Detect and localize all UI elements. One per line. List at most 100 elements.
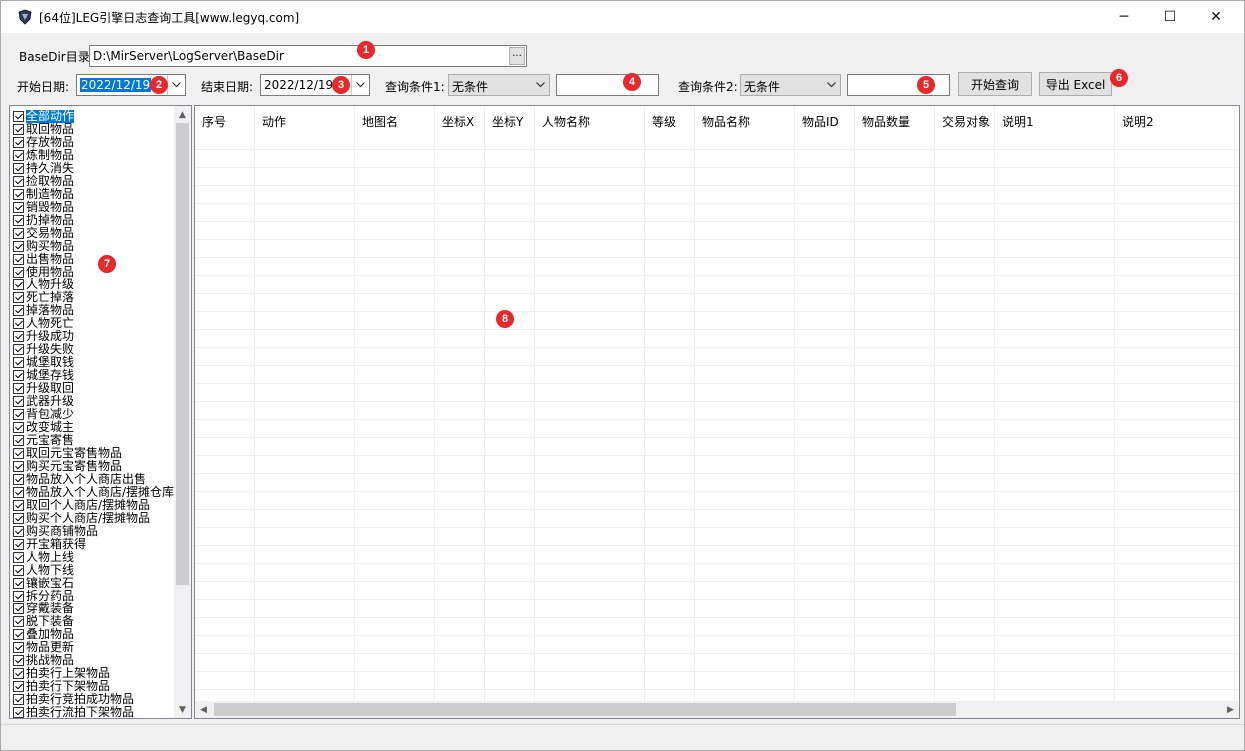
scroll-down-icon[interactable]: ▼: [174, 701, 191, 718]
export-excel-button[interactable]: 导出 Excel: [1039, 72, 1112, 96]
chevron-down-icon[interactable]: [531, 75, 549, 95]
action-checkbox-item[interactable]: 人物下线: [13, 563, 74, 577]
condition1-input[interactable]: [556, 74, 659, 96]
action-checkbox-item[interactable]: 物品放入个人商店/摆摊仓库: [13, 485, 174, 499]
action-checkbox-item[interactable]: 出售物品: [13, 252, 74, 266]
action-checkbox-item[interactable]: 购买元宝寄售物品: [13, 459, 122, 473]
checkbox-checked-icon[interactable]: [13, 214, 24, 226]
chevron-down-icon[interactable]: [822, 75, 840, 95]
checkbox-checked-icon[interactable]: [13, 162, 24, 174]
checkbox-checked-icon[interactable]: [13, 538, 24, 550]
action-checkbox-item[interactable]: 取回元宝寄售物品: [13, 446, 122, 460]
grid-horizontal-scrollbar[interactable]: ◀ ▶: [195, 701, 1239, 718]
action-checkbox-item[interactable]: 炼制物品: [13, 148, 74, 162]
scroll-up-icon[interactable]: ▲: [174, 106, 191, 123]
action-checkbox-item[interactable]: 捡取物品: [13, 174, 74, 188]
checkbox-checked-icon[interactable]: [13, 396, 24, 408]
checkbox-checked-icon[interactable]: [13, 499, 24, 511]
checkbox-checked-icon[interactable]: [13, 551, 24, 563]
column-header[interactable]: 等级: [645, 106, 695, 134]
column-header[interactable]: 物品ID: [795, 106, 855, 134]
checkbox-checked-icon[interactable]: [13, 473, 24, 485]
checkbox-checked-icon[interactable]: [13, 175, 24, 187]
action-checkbox-item[interactable]: 物品放入个人商店出售: [13, 472, 146, 486]
checkbox-checked-icon[interactable]: [13, 525, 24, 537]
action-checkbox-item[interactable]: 扔掉物品: [13, 213, 74, 227]
checkbox-checked-icon[interactable]: [13, 149, 24, 161]
checkbox-checked-icon[interactable]: [13, 629, 24, 641]
checkbox-checked-icon[interactable]: [13, 409, 24, 421]
start-date-picker[interactable]: 2022/12/19: [76, 74, 186, 96]
column-header[interactable]: 说明2: [1115, 106, 1235, 134]
action-checkbox-item[interactable]: 开宝箱获得: [13, 537, 86, 551]
action-checkbox-item[interactable]: 人物上线: [13, 550, 74, 564]
checkbox-checked-icon[interactable]: [13, 694, 24, 706]
scroll-thumb[interactable]: [176, 123, 189, 585]
checkbox-checked-icon[interactable]: [13, 136, 24, 148]
column-header[interactable]: 物品名称: [695, 106, 795, 134]
checkbox-checked-icon[interactable]: [13, 227, 24, 239]
checkbox-checked-icon[interactable]: [13, 318, 24, 330]
maximize-button[interactable]: ☐: [1147, 1, 1193, 33]
checkbox-checked-icon[interactable]: [13, 383, 24, 395]
action-checkbox-item[interactable]: 存放物品: [13, 135, 74, 149]
checkbox-checked-icon[interactable]: [13, 123, 24, 135]
action-checkbox-item[interactable]: 购买个人商店/摆摊物品: [13, 511, 150, 525]
scroll-left-icon[interactable]: ◀: [195, 701, 212, 718]
condition2-select[interactable]: 无条件: [740, 74, 841, 96]
browse-button[interactable]: ...: [509, 47, 525, 65]
column-header[interactable]: 坐标X: [435, 106, 485, 134]
condition1-select[interactable]: 无条件: [448, 74, 550, 96]
checkbox-checked-icon[interactable]: [13, 240, 24, 252]
checkbox-checked-icon[interactable]: [13, 564, 24, 576]
start-query-button[interactable]: 开始查询: [958, 72, 1032, 96]
chevron-down-icon[interactable]: [351, 75, 369, 95]
checkbox-checked-icon[interactable]: [13, 370, 24, 382]
column-header[interactable]: 动作: [255, 106, 355, 134]
column-header[interactable]: 交易对象: [935, 106, 995, 134]
column-header[interactable]: 坐标Y: [485, 106, 535, 134]
checkbox-checked-icon[interactable]: [13, 357, 24, 369]
action-checkbox-item[interactable]: 销毁物品: [13, 200, 74, 214]
checkbox-checked-icon[interactable]: [13, 111, 24, 122]
checkbox-checked-icon[interactable]: [13, 707, 24, 718]
checkbox-checked-icon[interactable]: [13, 655, 24, 667]
action-checkbox-item[interactable]: 拍卖行流拍下架物品: [13, 706, 134, 718]
checkbox-checked-icon[interactable]: [13, 292, 24, 304]
close-button[interactable]: ✕: [1193, 1, 1239, 33]
checkbox-checked-icon[interactable]: [13, 512, 24, 524]
checkbox-checked-icon[interactable]: [13, 279, 24, 291]
action-checkbox-item[interactable]: 取回物品: [13, 122, 74, 136]
checkbox-checked-icon[interactable]: [13, 331, 24, 343]
checkbox-checked-icon[interactable]: [13, 266, 24, 278]
scroll-thumb[interactable]: [214, 703, 956, 716]
results-grid[interactable]: 序号 动作 地图名 坐标X 坐标Y 人物名称 等级 物品名称 物品ID 物品数量 交易对象 说明1 说明…: [194, 105, 1240, 719]
checkbox-checked-icon[interactable]: [13, 201, 24, 213]
action-checklist[interactable]: 全部动作 取回物品 存放物品 炼制物品 持久消失 捡取物品 制造物品 销毁物品 扔掉物品 交易物品…: [9, 105, 192, 719]
action-checkbox-item[interactable]: 镶嵌宝石: [13, 576, 74, 590]
action-checkbox-item[interactable]: 购买物品: [13, 239, 74, 253]
end-date-picker[interactable]: 2022/12/19: [260, 74, 370, 96]
checkbox-checked-icon[interactable]: [13, 668, 24, 680]
checkbox-checked-icon[interactable]: [13, 603, 24, 615]
checkbox-checked-icon[interactable]: [13, 460, 24, 472]
column-header[interactable]: 地图名: [355, 106, 435, 134]
action-checkbox-item[interactable]: 取回个人商店/摆摊物品: [13, 498, 150, 512]
column-header[interactable]: 物品数量: [855, 106, 935, 134]
action-checkbox-item[interactable]: 购买商铺物品: [13, 524, 98, 538]
checkbox-checked-icon[interactable]: [13, 681, 24, 693]
action-checkbox-item[interactable]: 交易物品: [13, 226, 74, 240]
chevron-down-icon[interactable]: [167, 75, 185, 95]
checklist-scrollbar[interactable]: ▲ ▼: [174, 106, 191, 718]
column-header[interactable]: 人物名称: [535, 106, 645, 134]
checkbox-checked-icon[interactable]: [13, 305, 24, 317]
action-checkbox-item[interactable]: 持久消失: [13, 161, 74, 175]
checkbox-checked-icon[interactable]: [13, 486, 24, 498]
checkbox-checked-icon[interactable]: [13, 590, 24, 602]
checkbox-checked-icon[interactable]: [13, 253, 24, 265]
checkbox-checked-icon[interactable]: [13, 616, 24, 628]
checkbox-checked-icon[interactable]: [13, 422, 24, 434]
minimize-button[interactable]: ─: [1101, 1, 1147, 33]
action-checkbox-item[interactable]: 制造物品: [13, 187, 74, 201]
column-header[interactable]: 说明1: [995, 106, 1115, 134]
